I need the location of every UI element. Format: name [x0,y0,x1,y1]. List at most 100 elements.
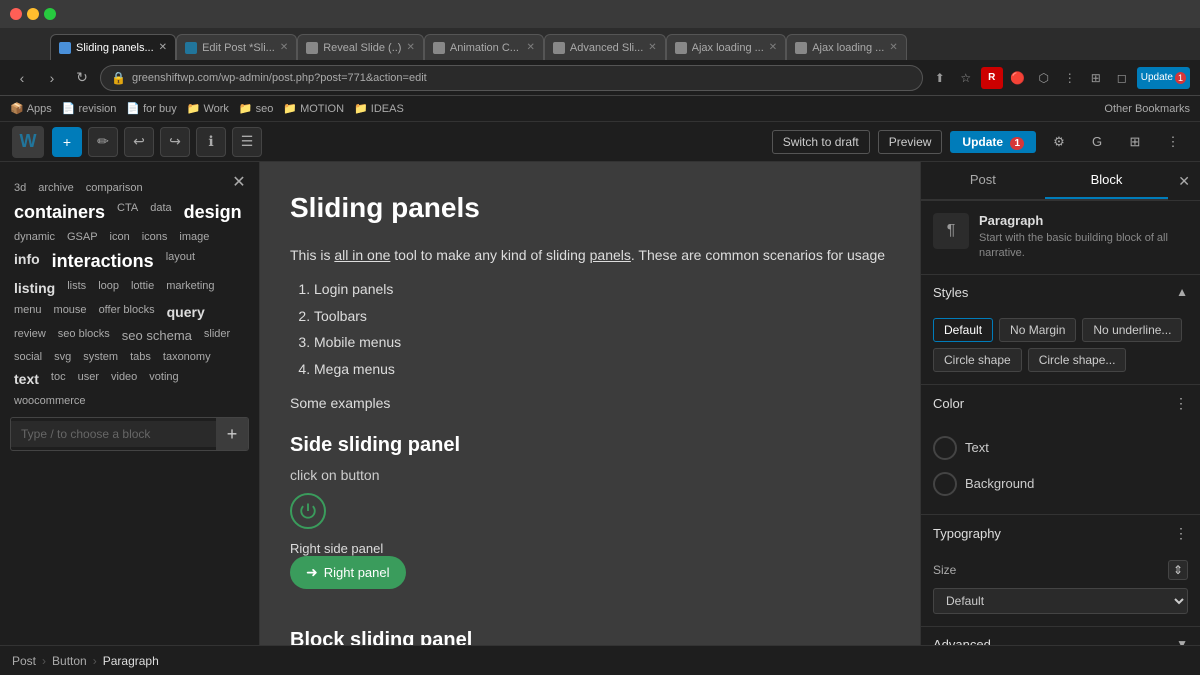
list-view-button[interactable]: ☰ [232,127,262,157]
tag-review[interactable]: review [10,326,50,345]
tag-layout[interactable]: layout [162,249,199,274]
bookmark-ideas[interactable]: 📁 IDEAS [354,102,404,115]
undo-button[interactable]: ↩ [124,127,154,157]
extension-icon-3[interactable]: ⬡ [1033,67,1055,89]
star-icon[interactable]: ☆ [955,67,977,89]
style-circle-shape-button[interactable]: Circle shape [933,348,1022,372]
font-size-select[interactable]: Default [933,588,1188,614]
tag-tabs[interactable]: tabs [126,349,155,365]
tag-icon[interactable]: icon [106,229,134,245]
browser-tab-2[interactable]: Edit Post *Sli... ✕ [176,34,297,60]
browser-tab-6[interactable]: Ajax loading ... ✕ [666,34,787,60]
tag-design[interactable]: design [180,200,246,225]
tag-offer-blocks[interactable]: offer blocks [95,302,159,322]
tag-seo-schema[interactable]: seo schema [118,326,196,345]
background-color-swatch[interactable] [933,472,957,496]
minimize-traffic-light[interactable] [27,8,39,20]
block-search-input[interactable] [11,421,216,447]
tab-close-3[interactable]: ✕ [406,42,414,53]
extension-icon-1[interactable]: R [981,67,1003,89]
bookmark-apps[interactable]: 📦 Apps [10,102,52,115]
tag-lottie[interactable]: lottie [127,278,158,298]
redo-button[interactable]: ↪ [160,127,190,157]
tag-data[interactable]: data [146,200,175,225]
extension-icon-5[interactable]: ⊞ [1085,67,1107,89]
breadcrumb-post[interactable]: Post [12,654,36,668]
tab-post[interactable]: Post [921,162,1045,199]
style-circle-shape2-button[interactable]: Circle shape... [1028,348,1127,372]
tag-social[interactable]: social [10,349,46,365]
typography-menu-icon[interactable]: ⋮ [1174,525,1188,542]
tag-dynamic[interactable]: dynamic [10,229,59,245]
bookmark-work[interactable]: 📁 Work [187,102,229,115]
tag-menu[interactable]: menu [10,302,46,322]
tag-mouse[interactable]: mouse [50,302,91,322]
tag-user[interactable]: user [74,369,103,389]
tag-icons[interactable]: icons [138,229,172,245]
share-icon[interactable]: ⬆ [929,67,951,89]
address-bar[interactable]: 🔒 greenshiftwp.com/wp-admin/post.php?pos… [100,65,923,91]
tab-close-7[interactable]: ✕ [889,42,897,53]
text-color-swatch[interactable] [933,436,957,460]
tag-marketing[interactable]: marketing [162,278,218,298]
style-default-button[interactable]: Default [933,318,993,342]
tag-query[interactable]: query [163,302,209,322]
tag-seo-blocks[interactable]: seo blocks [54,326,114,345]
tag-listing[interactable]: listing [10,278,59,298]
layout-icon-button[interactable]: ⊞ [1120,127,1150,157]
reload-button[interactable]: ↻ [70,66,94,90]
styles-section-header[interactable]: Styles ▲ [921,275,1200,310]
tab-close-1[interactable]: ✕ [159,42,167,53]
tag-text[interactable]: text [10,369,43,389]
tag-interactions[interactable]: interactions [48,249,158,274]
tag-toc[interactable]: toc [47,369,70,389]
tag-containers[interactable]: containers [10,200,109,225]
tab-close-5[interactable]: ✕ [648,42,656,53]
other-bookmarks[interactable]: Other Bookmarks [1104,103,1190,115]
tag-video[interactable]: video [107,369,141,389]
more-options-button[interactable]: ⋮ [1158,127,1188,157]
browser-tab-7[interactable]: Ajax loading ... ✕ [786,34,907,60]
right-panel-button[interactable]: ➜ Right panel [290,556,406,589]
tag-archive[interactable]: archive [34,180,77,196]
typography-section-header[interactable]: Typography ⋮ [921,515,1200,552]
tag-lists[interactable]: lists [63,278,90,298]
bookmark-seo[interactable]: 📁 seo [239,102,273,115]
power-button[interactable] [290,493,326,529]
update-button[interactable]: Update 1 [950,131,1036,153]
close-sidebar-button[interactable]: ✕ [227,170,251,194]
edit-tool-button[interactable]: ✏ [88,127,118,157]
info-button[interactable]: ℹ [196,127,226,157]
tag-image[interactable]: image [175,229,213,245]
forward-button[interactable]: › [40,66,64,90]
tag-3d[interactable]: 3d [10,180,30,196]
browser-tab-4[interactable]: Animation C... ✕ [424,34,544,60]
extension-icon-4[interactable]: ⋮ [1059,67,1081,89]
extension-icon-2[interactable]: 🔴 [1007,67,1029,89]
tag-gsap[interactable]: GSAP [63,229,102,245]
wp-logo[interactable]: W [12,126,44,158]
size-expand-button[interactable]: ⇕ [1168,560,1188,580]
tab-block[interactable]: Block [1045,162,1169,199]
extension-icon-6[interactable]: ◻ [1111,67,1133,89]
tag-cta[interactable]: CTA [113,200,142,225]
maximize-traffic-light[interactable] [44,8,56,20]
browser-tab-1[interactable]: Sliding panels... ✕ [50,34,176,60]
color-section-header[interactable]: Color ⋮ [921,385,1200,422]
tag-taxonomy[interactable]: taxonomy [159,349,215,365]
browser-tab-5[interactable]: Advanced Sli... ✕ [544,34,666,60]
color-menu-icon[interactable]: ⋮ [1174,395,1188,412]
extension-icon-7[interactable]: Update 1 [1137,67,1190,89]
block-add-button[interactable]: + [216,418,248,450]
back-button[interactable]: ‹ [10,66,34,90]
right-panel-close-button[interactable]: ✕ [1168,165,1200,198]
bookmark-revision[interactable]: 📄 revision [62,102,117,115]
bookmark-motion[interactable]: 📁 MOTION [283,102,344,115]
tag-info[interactable]: info [10,249,44,274]
tag-svg[interactable]: svg [50,349,75,365]
preview-button[interactable]: Preview [878,130,943,154]
tab-close-4[interactable]: ✕ [526,42,534,53]
gravatar-icon-button[interactable]: G [1082,127,1112,157]
tag-slider[interactable]: slider [200,326,234,345]
tag-comparison[interactable]: comparison [82,180,147,196]
